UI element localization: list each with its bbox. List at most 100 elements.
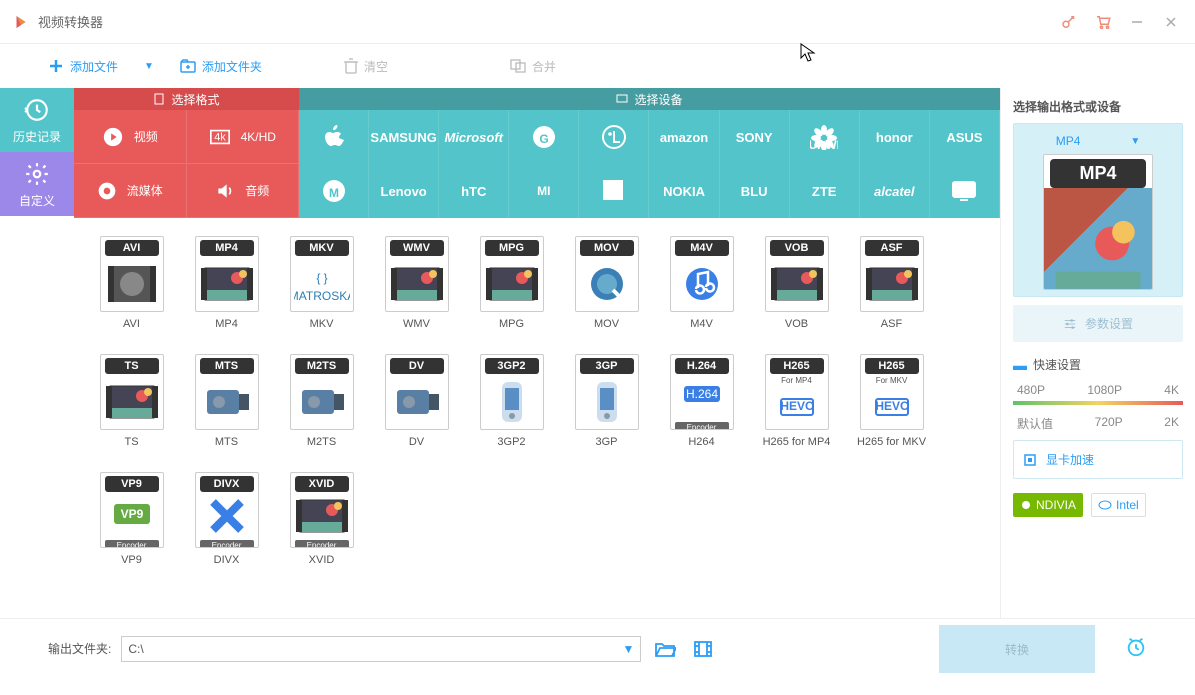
content-column: 选择格式 选择设备 视频4k4K/HDSAMSUNGMicrosoftGamaz… — [74, 88, 1000, 618]
brand-apple[interactable] — [299, 110, 369, 164]
brand-alcatel[interactable]: alcatel — [860, 164, 930, 218]
format-ts[interactable]: TS TS — [84, 354, 179, 472]
close-button[interactable] — [1159, 10, 1183, 34]
brand-amazon[interactable]: amazon — [649, 110, 719, 164]
brand-1+[interactable]: 1+ — [579, 164, 649, 218]
brand-samsung[interactable]: SAMSUNG — [369, 110, 439, 164]
format-3gp2[interactable]: 3GP2 3GP2 — [464, 354, 559, 472]
add-folder-button[interactable]: 添加文件夹 — [180, 58, 262, 75]
minimize-button[interactable] — [1125, 10, 1149, 34]
gpu-accel-toggle[interactable]: 显卡加速 — [1013, 440, 1183, 479]
brand-blu[interactable]: BLU — [720, 164, 790, 218]
format-mp4[interactable]: MP4 MP4 — [179, 236, 274, 354]
left-nav: 历史记录 自定义 — [0, 88, 74, 618]
custom-button[interactable]: 自定义 — [0, 152, 74, 216]
params-button[interactable]: 参数设置 — [1013, 305, 1183, 342]
res-top-labels: 480P 1080P 4K — [1013, 383, 1183, 397]
nvidia-label: NDIVIA — [1036, 498, 1076, 512]
format-m4v[interactable]: M4V M4V — [654, 236, 749, 354]
format-divx[interactable]: DIVX Encoder DIVX — [179, 472, 274, 590]
add-file-button[interactable]: 添加文件 — [48, 58, 118, 75]
brand-zte[interactable]: ZTE — [790, 164, 860, 218]
cart-icon[interactable] — [1091, 10, 1115, 34]
svg-text:VP9: VP9 — [120, 507, 143, 521]
res-label: 默认值 — [1017, 415, 1053, 432]
format-label: MPG — [499, 318, 524, 330]
resolution-slider[interactable] — [1013, 401, 1183, 405]
format-h265-for-mp4[interactable]: H265 For MP4 HEVC Encoder H265 for MP4 — [749, 354, 844, 472]
format-pic: VP9 — [101, 492, 163, 540]
format-mov[interactable]: MOV MOV — [559, 236, 654, 354]
brand-lenovo[interactable]: Lenovo — [369, 164, 439, 218]
history-button[interactable]: 历史记录 — [0, 88, 74, 152]
format-label: VOB — [785, 318, 808, 330]
clear-button[interactable]: 清空 — [344, 58, 388, 75]
format-label: MOV — [594, 318, 619, 330]
format-3gp[interactable]: 3GP 3GP — [559, 354, 654, 472]
format-asf[interactable]: ASF ASF — [844, 236, 939, 354]
brand-honor[interactable]: honor — [860, 110, 930, 164]
intel-icon — [1098, 500, 1112, 510]
format-preview[interactable]: MP4▼ MP4 — [1013, 123, 1183, 297]
brand-mi[interactable]: MI — [509, 164, 579, 218]
format-pic — [576, 256, 638, 311]
format-xvid[interactable]: XVID Encoder XVID — [274, 472, 369, 590]
film-button[interactable] — [689, 635, 717, 663]
format-h264[interactable]: H.264 H.264 Encoder H264 — [654, 354, 749, 472]
brand-microsoft[interactable]: Microsoft — [439, 110, 509, 164]
brand-sony[interactable]: SONY — [720, 110, 790, 164]
preview-card: MP4 — [1043, 154, 1153, 290]
format-avi[interactable]: AVI AVI — [84, 236, 179, 354]
main-area: 历史记录 自定义 选择格式 选择设备 视频4k4K/HDSAMSUNGMicro… — [0, 88, 1195, 618]
format-label: XVID — [309, 554, 335, 566]
svg-text:H.264: H.264 — [685, 387, 717, 401]
output-folder-select[interactable]: C:\ ▼ — [121, 636, 641, 662]
open-folder-button[interactable] — [651, 635, 679, 663]
format-h265-for-mkv[interactable]: H265 For MKV HEVC Encoder H265 for MKV — [844, 354, 939, 472]
format-wmv[interactable]: WMV WMV — [369, 236, 464, 354]
cat-video[interactable]: 视频 — [74, 110, 187, 164]
format-vp9[interactable]: VP9 VP9 Encoder VP9 — [84, 472, 179, 590]
alarm-button[interactable] — [1125, 636, 1147, 661]
brand-tv[interactable] — [930, 164, 1000, 218]
format-header: 选择格式 — [74, 88, 299, 110]
brand-htc[interactable]: hTC — [439, 164, 509, 218]
category-rows: 视频4k4K/HD SAMSUNGMicrosoftGamazonSONYHUAW… — [74, 110, 1000, 218]
format-mts[interactable]: MTS MTS — [179, 354, 274, 472]
doc-icon — [153, 93, 165, 105]
brand-nokia[interactable]: NOKIA — [649, 164, 719, 218]
quick-settings: ▬快速设置 480P 1080P 4K 默认值 720P 2K — [1013, 356, 1183, 432]
brand-lg[interactable] — [579, 110, 649, 164]
cat-stream[interactable]: 流媒体 — [74, 164, 187, 218]
key-icon[interactable] — [1057, 10, 1081, 34]
clear-label: 清空 — [364, 58, 388, 75]
nvidia-badge[interactable]: NDIVIA — [1013, 493, 1083, 517]
brand-huawei[interactable]: HUAWEI — [790, 110, 860, 164]
format-label: DIVX — [214, 554, 240, 566]
quick-label: 快速设置 — [1033, 356, 1081, 373]
params-label: 参数设置 — [1085, 315, 1133, 332]
format-pic — [196, 492, 258, 540]
right-title: 选择输出格式或设备 — [1013, 98, 1183, 115]
output-folder-value: C:\ — [128, 642, 143, 656]
brand-g[interactable]: G — [509, 110, 579, 164]
brand-m[interactable]: M — [299, 164, 369, 218]
format-mpg[interactable]: MPG MPG — [464, 236, 559, 354]
cat-fourk[interactable]: 4k4K/HD — [187, 110, 300, 164]
convert-button[interactable]: 转换 — [939, 625, 1095, 673]
preview-chip: MP4 — [1050, 159, 1146, 188]
merge-button[interactable]: 合并 — [510, 58, 556, 75]
format-mkv[interactable]: MKV { }MATROSKA MKV — [274, 236, 369, 354]
intel-badge[interactable]: Intel — [1091, 493, 1146, 517]
brand-asus[interactable]: ASUS — [930, 110, 1000, 164]
add-file-dropdown[interactable]: ▼ — [144, 61, 154, 72]
res-label: 1080P — [1087, 383, 1122, 397]
format-pic — [291, 374, 353, 429]
format-chip: WMV — [390, 240, 444, 256]
cat-audio[interactable]: 音频 — [187, 164, 300, 218]
format-dv[interactable]: DV DV — [369, 354, 464, 472]
format-m2ts[interactable]: M2TS M2TS — [274, 354, 369, 472]
app-title: 视频转换器 — [38, 12, 1047, 31]
format-label: H265 for MP4 — [763, 436, 831, 448]
format-vob[interactable]: VOB VOB — [749, 236, 844, 354]
